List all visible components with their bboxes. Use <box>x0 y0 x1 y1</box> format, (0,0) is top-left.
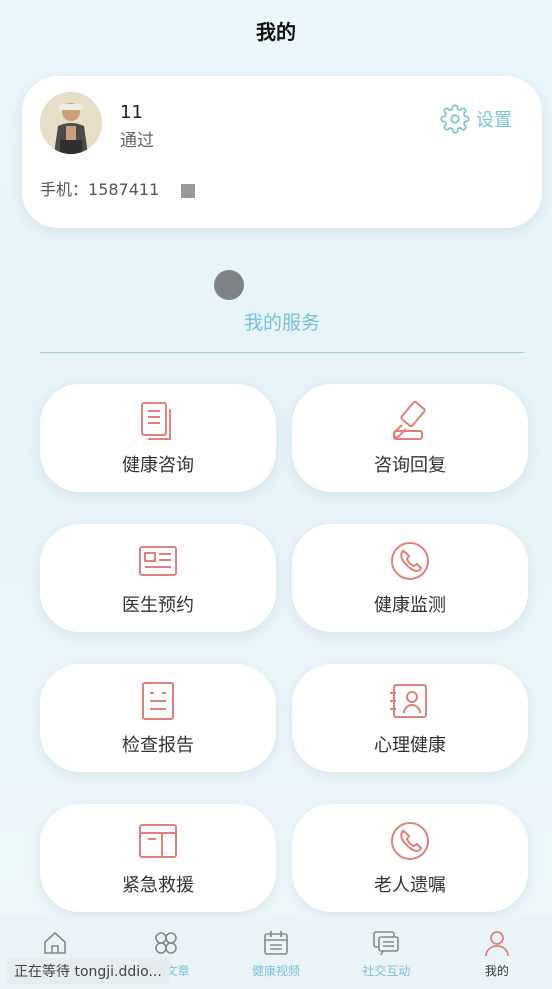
divider <box>40 352 524 353</box>
tab-label: 我的 <box>484 964 509 978</box>
phone-icon <box>391 822 429 860</box>
browser-status-overlay: 正在等待 tongji.ddio... <box>6 958 170 984</box>
document-icon <box>141 402 171 440</box>
box-icon <box>139 824 177 858</box>
service-label: 紧急救援 <box>122 875 194 896</box>
gear-icon <box>440 104 470 134</box>
service-label: 心理健康 <box>374 735 446 756</box>
phone-row: 手机：1587411 <box>40 176 196 200</box>
user-icon <box>484 931 509 957</box>
tab-social[interactable]: 社交互动 <box>331 918 441 989</box>
settings-button[interactable]: 设置 <box>440 104 512 134</box>
service-elder-will[interactable]: 老人遗嘱 <box>292 804 528 912</box>
tab-mine[interactable]: 我的 <box>442 918 552 989</box>
service-mental-health[interactable]: 心理健康 <box>292 664 528 772</box>
user-status: 通过 <box>120 131 154 151</box>
loading-indicator <box>214 270 244 300</box>
chat-icon <box>373 931 400 956</box>
page-title: 我的 <box>256 19 296 44</box>
tab-health-videos[interactable]: 健康视频 <box>221 918 331 989</box>
services-title: 我的服务 <box>243 312 320 334</box>
page-header: 我的 <box>0 0 552 60</box>
service-health-consult[interactable]: 健康咨询 <box>40 384 276 492</box>
calendar-icon <box>264 931 288 955</box>
phone-icon <box>391 542 429 580</box>
service-exam-report[interactable]: 检查报告 <box>40 664 276 772</box>
service-label: 健康咨询 <box>122 455 194 476</box>
service-label: 健康监测 <box>374 595 446 616</box>
report-icon <box>142 682 174 720</box>
phone-value: 1587411 <box>88 180 160 199</box>
avatar[interactable] <box>40 92 102 154</box>
profile-card: 11 通过 设置 手机：1587411 <box>22 76 542 228</box>
phone-label: 手机： <box>40 180 89 199</box>
service-doctor-appointment[interactable]: 医生预约 <box>40 524 276 632</box>
service-health-monitor[interactable]: 健康监测 <box>292 524 528 632</box>
id-card-icon <box>139 546 177 576</box>
home-icon <box>44 931 67 954</box>
grid-icon <box>154 932 177 954</box>
service-consult-reply[interactable]: 咨询回复 <box>292 384 528 492</box>
service-label: 咨询回复 <box>374 455 446 476</box>
settings-label: 设置 <box>476 110 512 131</box>
user-name: 11 <box>120 102 143 123</box>
service-label: 检查报告 <box>122 735 194 756</box>
service-emergency-rescue[interactable]: 紧急救援 <box>40 804 276 912</box>
service-label: 医生预约 <box>122 595 194 616</box>
phone-mask <box>181 183 196 198</box>
hammer-icon <box>392 400 426 440</box>
tab-label: 社交互动 <box>362 964 411 978</box>
mind-icon <box>390 684 427 718</box>
service-label: 老人遗嘱 <box>374 875 446 896</box>
tab-label: 健康视频 <box>252 964 301 978</box>
